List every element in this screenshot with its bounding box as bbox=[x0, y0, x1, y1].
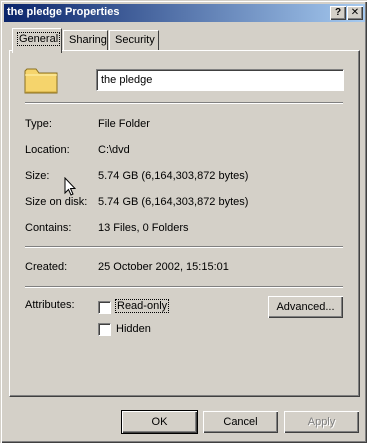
hidden-label[interactable]: Hidden bbox=[116, 323, 151, 335]
close-button[interactable]: ✕ bbox=[347, 6, 363, 20]
folder-icon bbox=[24, 68, 58, 94]
read-only-checkbox[interactable] bbox=[98, 301, 111, 314]
folder-name-input[interactable] bbox=[96, 69, 344, 91]
type-value: File Folder bbox=[98, 118, 150, 130]
location-value: C:\dvd bbox=[98, 144, 130, 156]
properties-dialog: the pledge Properties ? ✕ General Sharin… bbox=[0, 0, 367, 443]
help-icon: ? bbox=[334, 7, 342, 18]
separator bbox=[25, 246, 343, 248]
title-bar[interactable]: the pledge Properties ? ✕ bbox=[4, 4, 365, 22]
type-label: Type: bbox=[25, 118, 52, 130]
apply-button[interactable]: Apply bbox=[284, 411, 359, 433]
tab-sharing[interactable]: Sharing bbox=[63, 30, 108, 51]
created-value: 25 October 2002, 15:15:01 bbox=[98, 261, 229, 273]
tab-sharing-label: Sharing bbox=[69, 34, 107, 46]
close-icon: ✕ bbox=[350, 7, 360, 18]
cancel-button[interactable]: Cancel bbox=[203, 411, 278, 433]
help-button[interactable]: ? bbox=[330, 6, 346, 20]
separator bbox=[25, 102, 343, 104]
ok-button[interactable]: OK bbox=[122, 411, 197, 433]
size-value: 5.74 GB (6,164,303,872 bytes) bbox=[98, 170, 249, 182]
attributes-label: Attributes: bbox=[25, 299, 75, 311]
window-title: the pledge Properties bbox=[7, 6, 120, 18]
read-only-text: Read-only bbox=[114, 299, 170, 313]
read-only-label[interactable]: Read-only bbox=[114, 299, 170, 313]
hidden-checkbox[interactable] bbox=[98, 323, 111, 336]
size-label: Size: bbox=[25, 170, 50, 182]
created-label: Created: bbox=[25, 261, 68, 273]
size-on-disk-value: 5.74 GB (6,164,303,872 bytes) bbox=[98, 196, 249, 208]
tab-security-label: Security bbox=[115, 34, 155, 46]
tab-general[interactable]: General bbox=[12, 28, 62, 53]
advanced-button[interactable]: Advanced... bbox=[268, 296, 343, 318]
contains-label: Contains: bbox=[25, 222, 72, 234]
separator bbox=[25, 286, 343, 288]
tab-security[interactable]: Security bbox=[109, 30, 159, 51]
size-on-disk-label: Size on disk: bbox=[25, 196, 88, 208]
contains-value: 13 Files, 0 Folders bbox=[98, 222, 189, 234]
tab-general-label: General bbox=[16, 32, 61, 46]
location-label: Location: bbox=[25, 144, 70, 156]
mouse-cursor-icon bbox=[64, 177, 76, 196]
